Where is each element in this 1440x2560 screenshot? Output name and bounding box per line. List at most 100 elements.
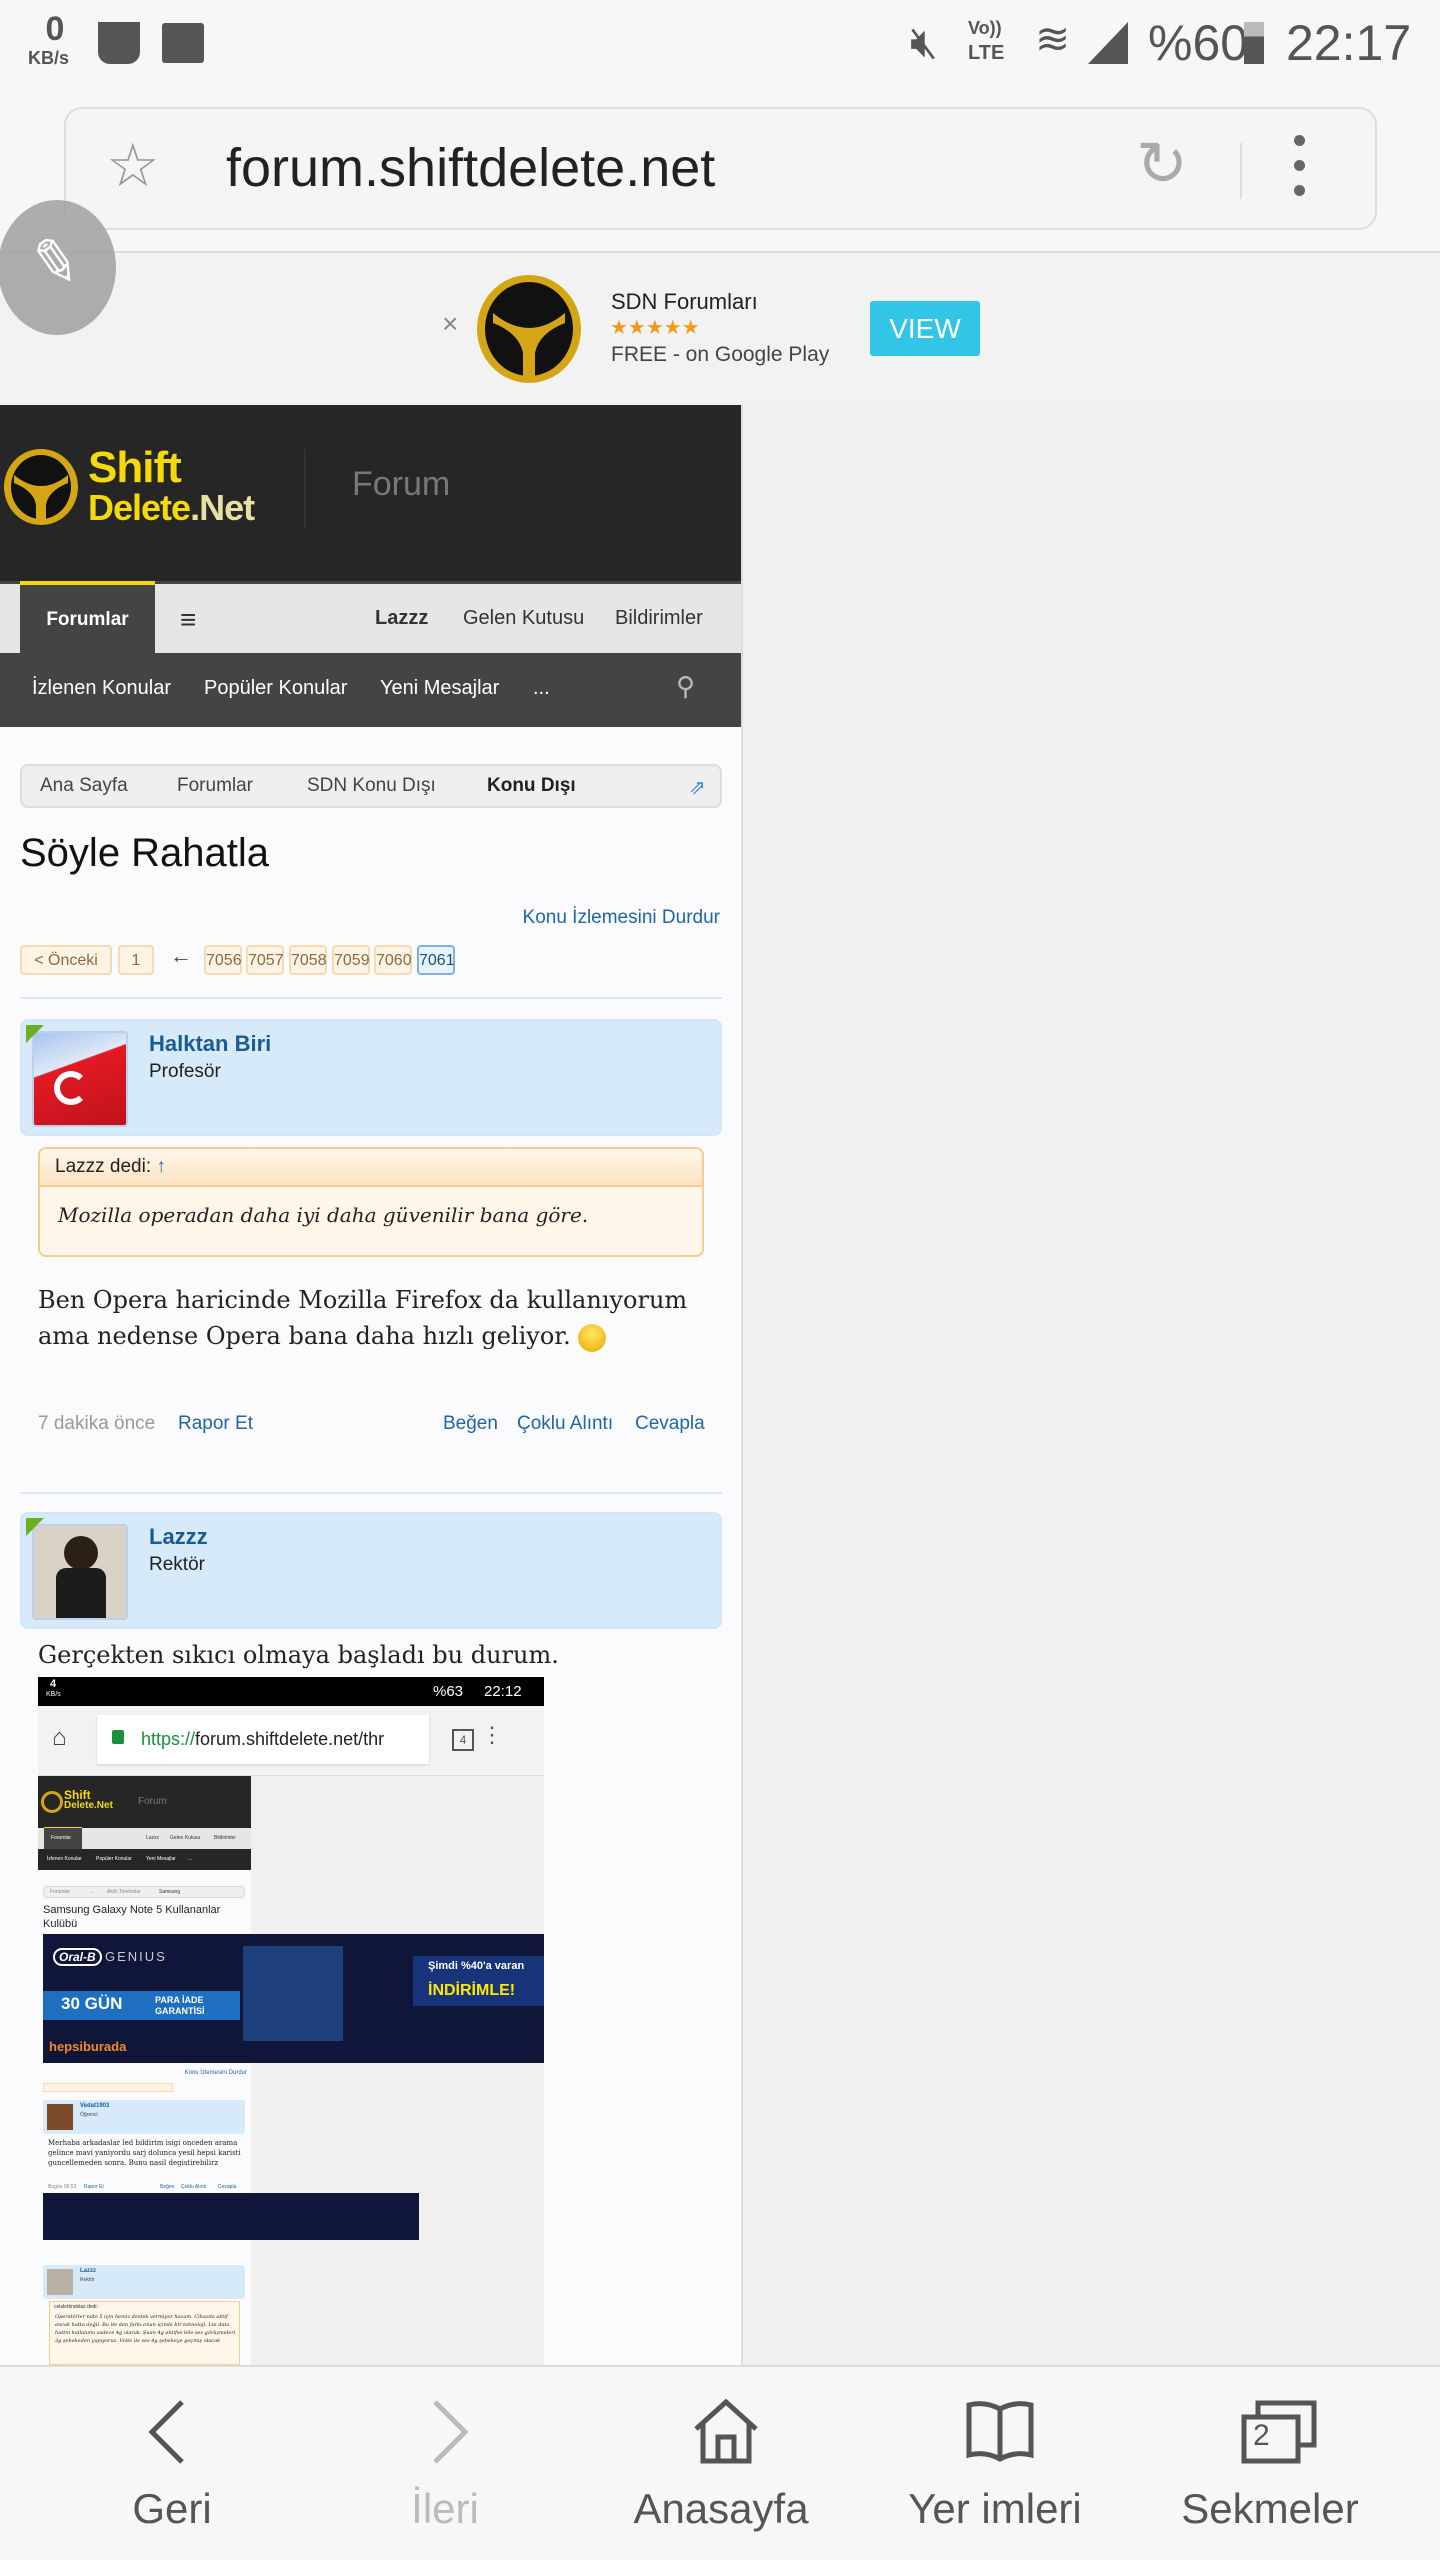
- divider: [1240, 143, 1242, 199]
- sdn-logo-icon: [477, 275, 581, 383]
- page-7061-current[interactable]: 7061: [417, 945, 455, 975]
- app-install-banner: × SDN Forumları ★★★★★ FREE - on Google P…: [0, 253, 1440, 405]
- divider: [304, 449, 306, 529]
- page-7059[interactable]: 7059: [332, 945, 370, 975]
- emb-pagination: [43, 2083, 173, 2092]
- like-link[interactable]: Beğen: [443, 1413, 498, 1435]
- wifi-icon: ≋: [1035, 15, 1071, 62]
- signal-icon: [1088, 22, 1128, 64]
- page-title: Söyle Rahatla: [20, 831, 270, 875]
- smiley-icon: [578, 1323, 607, 1352]
- page-jump-arrow[interactable]: ←: [170, 943, 192, 969]
- emb-status-bar: 4 KB/s %63 22:12: [38, 1677, 544, 1706]
- bookmarks-book-icon: [966, 2401, 1034, 2462]
- emb-user-block: Vedat1903 Öğrenci: [43, 2100, 245, 2134]
- bookmark-star-icon[interactable]: ☆: [106, 131, 160, 201]
- forum-section-label: Forum: [352, 465, 451, 503]
- emb-url: https://forum.shiftdelete.net/thr: [97, 1715, 429, 1764]
- pencil-icon: ✎: [24, 225, 86, 300]
- online-indicator: [26, 1025, 44, 1043]
- view-button[interactable]: VIEW: [870, 301, 980, 356]
- hamburger-menu-icon[interactable]: ≡: [180, 604, 196, 636]
- battery-icon: [1244, 22, 1264, 64]
- external-link-icon[interactable]: ⇗: [689, 775, 706, 800]
- page-7060[interactable]: 7060: [374, 945, 412, 975]
- quote-jump-arrow[interactable]: ↑: [156, 1156, 166, 1177]
- nav-inbox[interactable]: Gelen Kutusu: [463, 607, 584, 630]
- post-message: Ben Opera haricinde Mozilla Firefox da k…: [38, 1286, 688, 1352]
- nav-user[interactable]: Lazzz: [375, 607, 428, 630]
- net-speed-value: 0: [45, 10, 65, 48]
- close-ad-button[interactable]: ×: [442, 308, 458, 340]
- tab-count: 2: [1253, 2419, 1270, 2452]
- subnav-more[interactable]: ...: [533, 677, 550, 700]
- home-label: Anasayfa: [633, 2485, 809, 2532]
- net-speed-unit: KB/s: [28, 48, 70, 68]
- floating-edit-button[interactable]: ✎: [0, 200, 116, 335]
- emb-forum: Shift Delete.Net Forum Forumlar Lazzz Ge…: [38, 1776, 251, 2365]
- author-name[interactable]: Halktan Biri: [149, 1031, 271, 1057]
- page-7058[interactable]: 7058: [289, 945, 327, 975]
- page-7056[interactable]: 7056: [204, 945, 242, 975]
- emb-quote-block: celalettinoktas dedi: Operatörler note 5…: [49, 2301, 240, 2365]
- emb-title: Samsung Galaxy Note 5 Kullananlar Kulübü: [43, 1904, 221, 1930]
- menu-icon[interactable]: [1294, 135, 1306, 205]
- author-name[interactable]: Lazzz: [149, 1524, 208, 1550]
- report-link[interactable]: Rapor Et: [178, 1413, 253, 1435]
- ad-app-name: SDN Forumları: [611, 289, 758, 314]
- logo-text-shift: Shift: [88, 443, 182, 492]
- subnav-watched[interactable]: İzlenen Konular: [32, 677, 171, 700]
- logo-text-delete: Delete.Net: [88, 487, 255, 528]
- subnav-popular[interactable]: Popüler Konular: [204, 677, 347, 700]
- multi-quote-link[interactable]: Çoklu Alıntı: [517, 1413, 613, 1435]
- reply-link[interactable]: Cevapla: [635, 1413, 705, 1435]
- forum-header: Shift Delete.Net Forum: [0, 405, 741, 581]
- quote-text: Mozilla operadan daha iyi daha güvenilir…: [58, 1203, 589, 1227]
- emb-user-block: Lazzz Rektör: [43, 2265, 245, 2299]
- emb-home-icon: ⌂: [52, 1724, 67, 1751]
- divider: [20, 997, 722, 999]
- sub-nav: İzlenen Konular Popüler Konular Yeni Mes…: [0, 653, 741, 727]
- forward-arrow-icon: [433, 2400, 469, 2464]
- emb-menu-icon: ⋮: [481, 1722, 503, 1747]
- search-icon[interactable]: ⚲: [676, 671, 695, 702]
- home-icon: [694, 2398, 758, 2464]
- author-rank: Rektör: [149, 1554, 205, 1575]
- emb-browser-bar: ⌂ https://forum.shiftdelete.net/thr 4 ⋮: [38, 1706, 544, 1776]
- avatar[interactable]: [32, 1524, 128, 1620]
- subnav-new-messages[interactable]: Yeni Mesajlar: [380, 677, 499, 700]
- lte-label: LTE: [968, 42, 1005, 64]
- avatar[interactable]: [32, 1031, 128, 1127]
- bookmarks-label: Yer imleri: [908, 2485, 1082, 2532]
- tabs-icon: [1241, 2400, 1317, 2464]
- back-arrow-icon: [148, 2400, 184, 2464]
- embedded-screenshot-image[interactable]: 4 KB/s %63 22:12 ⌂ https://forum.shiftde…: [38, 1677, 544, 2365]
- post-message: Gerçekten sıkıcı olmaya başladı bu durum…: [38, 1641, 559, 1669]
- tab-forumlar-label: Forumlar: [46, 609, 129, 630]
- breadcrumb: Ana Sayfa Forumlar SDN Konu Dışı Konu Dı…: [20, 764, 722, 808]
- url-text[interactable]: forum.shiftdelete.net: [226, 137, 715, 199]
- address-bar[interactable]: ☆ forum.shiftdelete.net ↻: [64, 107, 1377, 230]
- tab-forumlar[interactable]: Forumlar: [20, 581, 155, 656]
- reload-icon[interactable]: ↻: [1136, 127, 1188, 200]
- nav-notifications[interactable]: Bildirimler: [615, 607, 703, 630]
- volte-label: Vo)): [968, 18, 1002, 38]
- author-rank: Profesör: [149, 1061, 221, 1082]
- breadcrumb-home[interactable]: Ana Sayfa: [40, 775, 128, 797]
- breadcrumb-offtopic[interactable]: Konu Dışı: [487, 775, 576, 797]
- breadcrumb-sdn-offtopic[interactable]: SDN Konu Dışı: [307, 775, 436, 797]
- prev-page-button[interactable]: < Önceki: [20, 945, 112, 975]
- unwatch-thread-link[interactable]: Konu İzlemesini Durdur: [523, 907, 720, 929]
- post-author-block: Halktan Biri Profesör: [20, 1019, 722, 1136]
- forward-label: İleri: [411, 2485, 479, 2532]
- page-7057[interactable]: 7057: [246, 945, 284, 975]
- emb-ad-banner-2: [43, 2193, 419, 2240]
- back-label: Geri: [132, 2485, 212, 2532]
- breadcrumb-forums[interactable]: Forumlar: [177, 775, 253, 797]
- emb-tab-count: 4: [452, 1729, 474, 1751]
- emb-lock-icon: [112, 1730, 124, 1744]
- page-1[interactable]: 1: [118, 945, 154, 975]
- emb-post-text: Merhaba arkadaslar led bildirim isigi on…: [48, 2139, 241, 2167]
- post-time[interactable]: 7 dakika önce: [38, 1413, 155, 1435]
- mute-icon: 🔇︎: [910, 18, 938, 67]
